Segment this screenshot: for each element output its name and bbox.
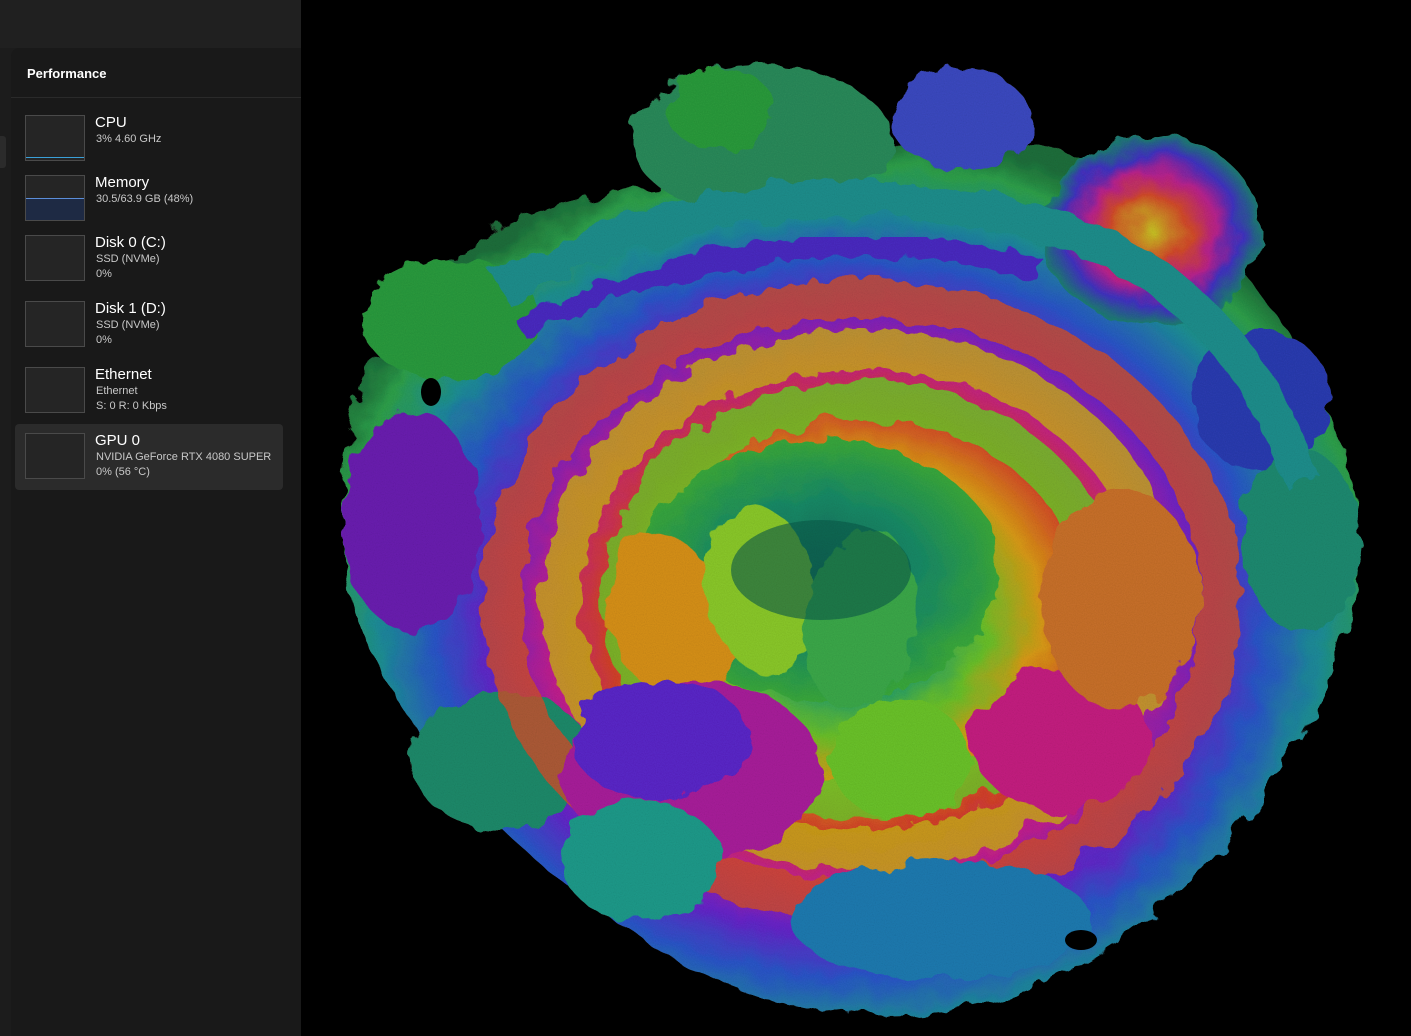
perf-item-title: Disk 1 (D:) <box>95 300 166 317</box>
perf-item-title: GPU 0 <box>95 432 141 449</box>
disk-1-usage-graph <box>25 301 85 347</box>
perf-item-detail: SSD (NVMe) <box>96 319 160 331</box>
disk-0-usage-graph <box>25 235 85 281</box>
perf-item-title: Disk 0 (C:) <box>95 234 166 251</box>
title-bar <box>0 0 301 48</box>
ethernet-usage-graph <box>25 367 85 413</box>
task-manager-window: Performance CPU 3% 4.60 GHz Memory 30.5/… <box>0 0 301 1036</box>
page-title: Performance <box>27 66 107 81</box>
memory-usage-graph <box>25 175 85 221</box>
gpu-0-usage-graph <box>25 433 85 479</box>
performance-sidebar: Performance CPU 3% 4.60 GHz Memory 30.5/… <box>11 48 301 1036</box>
perf-item-ethernet[interactable]: Ethernet Ethernet S: 0 R: 0 Kbps <box>15 362 283 428</box>
perf-item-value: 0% (56 °C) <box>96 466 150 478</box>
perf-item-title: Ethernet <box>95 366 152 383</box>
perf-item-gpu-0[interactable]: GPU 0 NVIDIA GeForce RTX 4080 SUPER 0% (… <box>15 424 283 490</box>
desktop-screen: Performance CPU 3% 4.60 GHz Memory 30.5/… <box>0 0 1411 1036</box>
perf-item-value: S: 0 R: 0 Kbps <box>96 400 167 412</box>
perf-item-value: 0% <box>96 268 112 280</box>
fractal-render-viewport <box>301 0 1411 1036</box>
mandelbulb-fractal-image <box>341 65 1361 1016</box>
memory-usage-fill <box>26 197 84 220</box>
perf-item-detail: Ethernet <box>96 385 138 397</box>
cpu-usage-graph <box>25 115 85 161</box>
nav-rail-selection-indicator[interactable] <box>0 136 6 168</box>
perf-item-cpu[interactable]: CPU 3% 4.60 GHz <box>15 110 283 176</box>
perf-item-disk-0[interactable]: Disk 0 (C:) SSD (NVMe) 0% <box>15 230 283 296</box>
perf-item-title: Memory <box>95 174 150 191</box>
performance-header: Performance <box>11 48 301 98</box>
perf-item-detail: 3% 4.60 GHz <box>96 133 162 145</box>
perf-item-title: CPU <box>95 114 127 131</box>
perf-item-detail: NVIDIA GeForce RTX 4080 SUPER <box>96 451 272 463</box>
perf-item-detail: SSD (NVMe) <box>96 253 160 265</box>
perf-item-memory[interactable]: Memory 30.5/63.9 GB (48%) <box>15 170 283 236</box>
perf-item-value: 0% <box>96 334 112 346</box>
cpu-usage-line <box>26 157 84 160</box>
perf-item-disk-1[interactable]: Disk 1 (D:) SSD (NVMe) 0% <box>15 296 283 362</box>
perf-item-detail: 30.5/63.9 GB (48%) <box>96 193 194 205</box>
